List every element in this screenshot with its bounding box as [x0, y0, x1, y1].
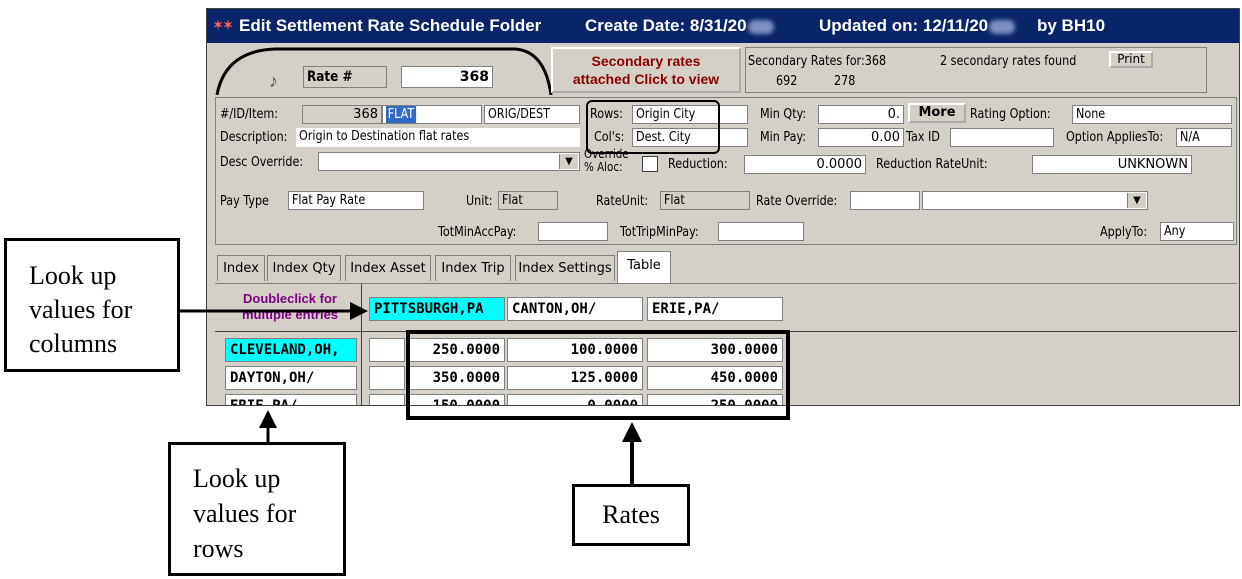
callout-line: values for	[29, 295, 133, 324]
callout-line: columns	[29, 329, 118, 358]
arrow-head	[259, 410, 277, 428]
callout-line: values for	[193, 499, 297, 528]
arrow-head	[350, 302, 368, 320]
callout-line: Rates	[602, 500, 660, 529]
callout-columns: Look up values for columns	[4, 238, 180, 372]
callout-rows: Look up values for rows	[168, 442, 346, 576]
callout-line: rows	[193, 534, 244, 563]
callout-rates: Rates	[572, 484, 690, 546]
arrow-head	[622, 422, 642, 442]
callout-line: Look up	[193, 464, 281, 493]
callout-line: Look up	[29, 261, 117, 290]
